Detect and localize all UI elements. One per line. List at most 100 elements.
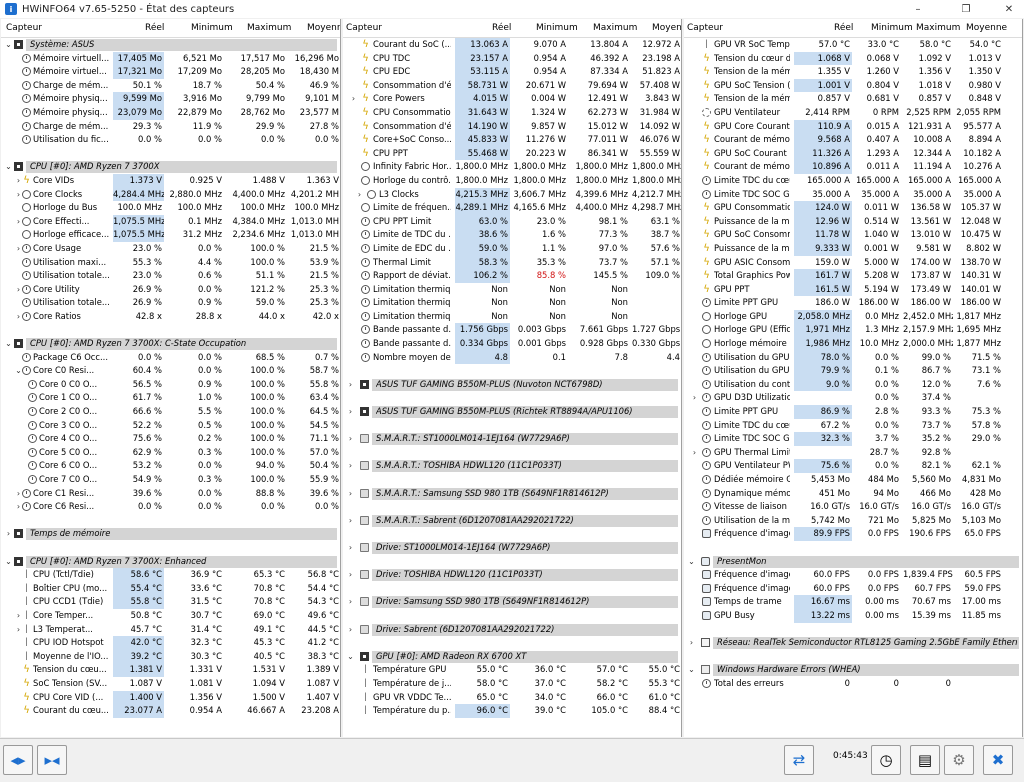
sensor-group-header[interactable]: ⌄ CPU [#0]: AMD Ryzen 7 3700X <box>1 160 340 174</box>
column-maximum[interactable]: Maximum <box>593 23 637 33</box>
sensor-row[interactable]: › ǀ Core Temper... 50.8 °C 30.7 °C 69.0 °C 49.… <box>1 609 340 623</box>
sensor-row[interactable]: GPU Busy 13.22 ms 0.00 ms 15.39 ms 11.85 ms <box>684 608 1022 623</box>
expand-toggle-icon[interactable]: › <box>346 568 355 582</box>
sensor-row[interactable]: Rapport de déviat... 106.2 % 85.8 % 145.5 %… <box>343 269 681 283</box>
expand-toggle-icon[interactable]: › <box>687 636 696 650</box>
sensor-row[interactable]: › Core C6 Resi... 0.0 % 0.0 % 0.0 % 0.0 % <box>1 500 340 514</box>
sensor-row[interactable]: ǀ GPU VR VDDC Te... 65.0 °C 34.0 °C 66.0 °C 6… <box>343 691 681 705</box>
sensor-row[interactable]: Total des erreurs 0 0 0 <box>684 677 1022 691</box>
expand-toggle-icon[interactable]: ⌄ <box>4 555 13 569</box>
sensor-row[interactable]: Fréquence d'images (D... 60.0 FPS 0.0 FPS 6… <box>684 582 1022 596</box>
sensor-row[interactable]: › Core Usage 23.0 % 0.0 % 100.0 % 21.5 % <box>1 242 340 256</box>
sensor-row[interactable]: Limite de fréquen... 4,289.1 MHz 4,165.6 M… <box>343 201 681 215</box>
sensor-row[interactable]: Horloge du Bus 100.0 MHz 100.0 MHz 100.0 MH… <box>1 201 340 215</box>
expand-toggle-icon[interactable]: › <box>346 541 355 555</box>
sensor-row[interactable]: ϟ Courant de mémoire G... 9.568 A 0.407 A 10… <box>684 133 1022 147</box>
sensor-row[interactable]: › Core Clocks 4,284.4 MHz 2,880.0 MHz 4,400.… <box>1 187 340 202</box>
sensor-row[interactable]: Limite de TDC du ... 38.6 % 1.6 % 77.3 % 38.… <box>343 228 681 242</box>
expand-toggle-icon[interactable]: ⌄ <box>687 555 696 569</box>
expand-toggle-icon[interactable]: › <box>346 595 355 609</box>
sensor-row[interactable]: Limitation thermiq... Non Non Non <box>343 283 681 297</box>
sensor-row[interactable]: ǀ CPU (Tctl/Tdie) 58.6 °C 36.9 °C 65.3 °C 56.… <box>1 568 340 582</box>
sensor-row[interactable]: ϟ Puissance de la mémoi... 12.96 W 0.514 W 1… <box>684 214 1022 229</box>
sensor-row[interactable]: Horloge GPU 2,058.0 MHz 0.0 MHz 2,452.0 MHz… <box>684 309 1022 324</box>
sensor-row[interactable]: Core 2 C0 O... 66.6 % 5.5 % 100.0 % 64.5 % <box>1 405 340 419</box>
sensor-row[interactable]: Core 0 C0 O... 56.5 % 0.9 % 100.0 % 55.8 % <box>1 378 340 392</box>
maximize-button[interactable]: ❐ <box>951 0 981 18</box>
sensor-group-header[interactable]: ⌄ CPU [#0]: AMD Ryzen 7 3700X: Enhanced <box>1 555 340 569</box>
sensor-row[interactable]: ϟ CPU EDC 53.115 A 0.954 A 87.334 A 51.823 A <box>343 65 681 79</box>
sensor-row[interactable]: Core 7 C0 O... 54.9 % 0.3 % 100.0 % 55.9 % <box>1 473 340 487</box>
sensor-group-header[interactable]: › S.M.A.R.T.: Samsung SSD 980 1TB (S649NF… <box>343 487 681 501</box>
sensor-row[interactable]: Utilisation maxi... 55.3 % 4.4 % 100.0 % 53.… <box>1 256 340 270</box>
sensor-row[interactable]: ⌄ Core C0 Resi... 60.4 % 0.0 % 100.0 % 58.7 % <box>1 364 340 378</box>
sensor-row[interactable]: Limite PPT GPU 86.9 % 2.8 % 93.3 % 75.3 % <box>684 405 1022 419</box>
sensor-row[interactable]: ϟ GPU SoC Courant (VD... 11.326 A 1.293 A 12… <box>684 146 1022 161</box>
sensor-row[interactable]: ϟ Tension de la mémoire ... 1.355 V 1.260 V… <box>684 65 1022 79</box>
expand-toggle-icon[interactable]: › <box>346 514 355 528</box>
expand-toggle-icon[interactable]: › <box>346 487 355 501</box>
sensor-row[interactable]: Utilisation du GPU D3D 79.9 % 0.1 % 86.7 % 7… <box>684 364 1022 378</box>
sensor-row[interactable]: Utilisation totale... 26.9 % 0.9 % 59.0 % 25… <box>1 296 340 310</box>
sensor-row[interactable]: ϟ GPU ASIC Consommati... 159.0 W 5.000 W 174… <box>684 256 1022 270</box>
column-minimum[interactable]: Minimum <box>191 23 233 33</box>
sensor-row[interactable]: ϟ GPU Core Courant (VD... 110.9 A 0.015 A 12… <box>684 119 1022 134</box>
sensor-row[interactable]: Utilisation totale... 23.0 % 0.6 % 51.1 % 21… <box>1 269 340 283</box>
sensor-row[interactable]: Fréquence d'images 89.9 FPS 0.0 FPS 190.6 F… <box>684 527 1022 541</box>
column-capteur[interactable]: Capteur <box>687 23 723 33</box>
sensor-row[interactable]: Package C6 Occ... 0.0 % 0.0 % 68.5 % 0.7 % <box>1 351 340 365</box>
sensor-group-header[interactable]: › S.M.A.R.T.: TOSHIBA HDWL120 (11C1P033T) <box>343 459 681 473</box>
sensor-panel-3[interactable]: Capteur Réel Minimum Maximum Moyenne ǀ GP… <box>684 19 1023 737</box>
sensor-row[interactable]: Dédiée mémoire GPU D... 5,453 Mo 484 Mo 5,5… <box>684 473 1022 487</box>
sensor-row[interactable]: ϟ GPU SoC Tension (VDD... 1.001 V 0.804 V 1.… <box>684 78 1022 93</box>
sensor-row[interactable]: Charge de mém... 29.3 % 11.9 % 29.9 % 27.8 % <box>1 120 340 134</box>
sensor-row[interactable]: Mémoire physiq... 9,599 Mo 3,916 Mo 9,799 M… <box>1 92 340 106</box>
network-icon[interactable]: ⇄ <box>784 745 814 775</box>
sensor-row[interactable]: › GPU Thermal Limits 28.7 % 92.8 % <box>684 446 1022 460</box>
sensor-row[interactable]: Core 1 C0 O... 61.7 % 1.0 % 100.0 % 63.4 % <box>1 391 340 405</box>
sensor-row[interactable]: Mémoire virtuel... 17,321 Mo 17,209 Mo 28,2… <box>1 65 340 79</box>
sensor-row[interactable]: Limite TDC SOC GPU 35.000 A 35.000 A 35.000… <box>684 188 1022 202</box>
column-reel[interactable]: Réel <box>145 23 164 33</box>
sensor-row[interactable]: Infinity Fabric Hor... 1,800.0 MHz 1,800.0… <box>343 160 681 174</box>
sensor-row[interactable]: ϟ GPU PPT 161.5 W 5.194 W 173.49 W 140.01 W <box>684 282 1022 297</box>
sensor-row[interactable]: Utilisation du GPU 78.0 % 0.0 % 99.0 % 71.5 … <box>684 350 1022 365</box>
minimize-button[interactable]: – <box>903 0 933 18</box>
sensor-row[interactable]: Temps de trame 16.67 ms 0.00 ms 70.67 ms 17.… <box>684 595 1022 609</box>
sensor-row[interactable]: Dynamique mémoire G... 451 Mo 94 Mo 466 Mo 4… <box>684 487 1022 501</box>
sensor-group-header[interactable]: › Drive: TOSHIBA HDWL120 (11C1P033T) <box>343 568 681 582</box>
sensor-row[interactable]: › Core Effecti... 1,075.5 MHz 0.1 MHz 4,384.… <box>1 214 340 229</box>
sensor-group-header[interactable]: › Réseau: RealTek Semiconductor RTL8125 G… <box>684 636 1022 650</box>
settings-gear-icon[interactable]: ⚙ <box>944 745 974 775</box>
sensor-row[interactable]: Core 6 C0 O... 53.2 % 0.0 % 94.0 % 50.4 % <box>1 459 340 473</box>
sensor-row[interactable]: ϟ CPU Core VID (... 1.400 V 1.356 V 1.500 V 1… <box>1 690 340 705</box>
sensor-row[interactable]: ϟ GPU Consommation d'... 124.0 W 0.011 W 136… <box>684 201 1022 215</box>
sensor-row[interactable]: Charge de mém... 50.1 % 18.7 % 50.4 % 46.9 % <box>1 79 340 93</box>
sensor-row[interactable]: ϟ Core+SoC Conso... 45.833 W 11.276 W 77.011… <box>343 133 681 147</box>
sensor-row[interactable]: Mémoire physiq... 23,079 Mo 22,879 Mo 28,76… <box>1 105 340 120</box>
sensor-row[interactable]: Limite PPT GPU 186.0 W 186.00 W 186.00 W 186… <box>684 296 1022 310</box>
column-reel[interactable]: Réel <box>834 23 853 33</box>
sensor-row[interactable]: › Core Ratios 42.8 x 28.8 x 44.0 x 42.0 x <box>1 310 340 324</box>
close-button[interactable]: ✕ <box>994 0 1024 18</box>
sensor-row[interactable]: Limite TDC SOC GPU 32.3 % 3.7 % 35.2 % 29.0 … <box>684 432 1022 446</box>
sensor-row[interactable]: Core 5 C0 O... 62.9 % 0.3 % 100.0 % 57.0 % <box>1 446 340 460</box>
sensor-row[interactable]: Horloge GPU (Efficace) 1,971 MHz 1.3 MHz 2,… <box>684 323 1022 338</box>
sensor-row[interactable]: › Core C1 Resi... 39.6 % 0.0 % 88.8 % 39.6 % <box>1 487 340 501</box>
sensor-row[interactable]: ϟ Courant de mémoire G... 10.896 A 0.011 A 1… <box>684 160 1022 174</box>
sensor-row[interactable]: ǀ Température GPU 55.0 °C 36.0 °C 57.0 °C 55.… <box>343 663 681 677</box>
sensor-row[interactable]: ϟ Tension du cœur du G... 1.068 V 0.068 V 1.… <box>684 51 1022 66</box>
sensor-group-header[interactable]: › ASUS TUF GAMING B550M-PLUS (Richtek RT8… <box>343 405 681 419</box>
sensor-row[interactable]: ϟ Tension du cœu... 1.381 V 1.331 V 1.531 V 1… <box>1 663 340 677</box>
column-minimum[interactable]: Minimum <box>536 23 578 33</box>
sensor-group-header[interactable]: › Temps de mémoire <box>1 527 340 541</box>
sensor-row[interactable]: Limite TDC du cœur d... 67.2 % 0.0 % 73.7 %… <box>684 419 1022 433</box>
sensor-row[interactable]: Utilisation du fic... 0.0 % 0.0 % 0.0 % 0.0 … <box>1 133 340 147</box>
expand-toggle-icon[interactable]: › <box>346 459 355 473</box>
sensor-group-header[interactable]: › S.M.A.R.T.: Sabrent (6D1207081AA2920217… <box>343 514 681 528</box>
nav-collapse-button[interactable]: ▸◂ <box>37 745 67 775</box>
sensor-row[interactable]: ǀ Boîtier CPU (mo... 55.4 °C 33.6 °C 70.8 °C… <box>1 581 340 596</box>
expand-toggle-icon[interactable]: ⌄ <box>687 663 696 677</box>
column-maximum[interactable]: Maximum <box>916 23 960 33</box>
sensor-group-header[interactable]: ⌄ GPU [#0]: AMD Radeon RX 6700 XT <box>343 650 681 664</box>
